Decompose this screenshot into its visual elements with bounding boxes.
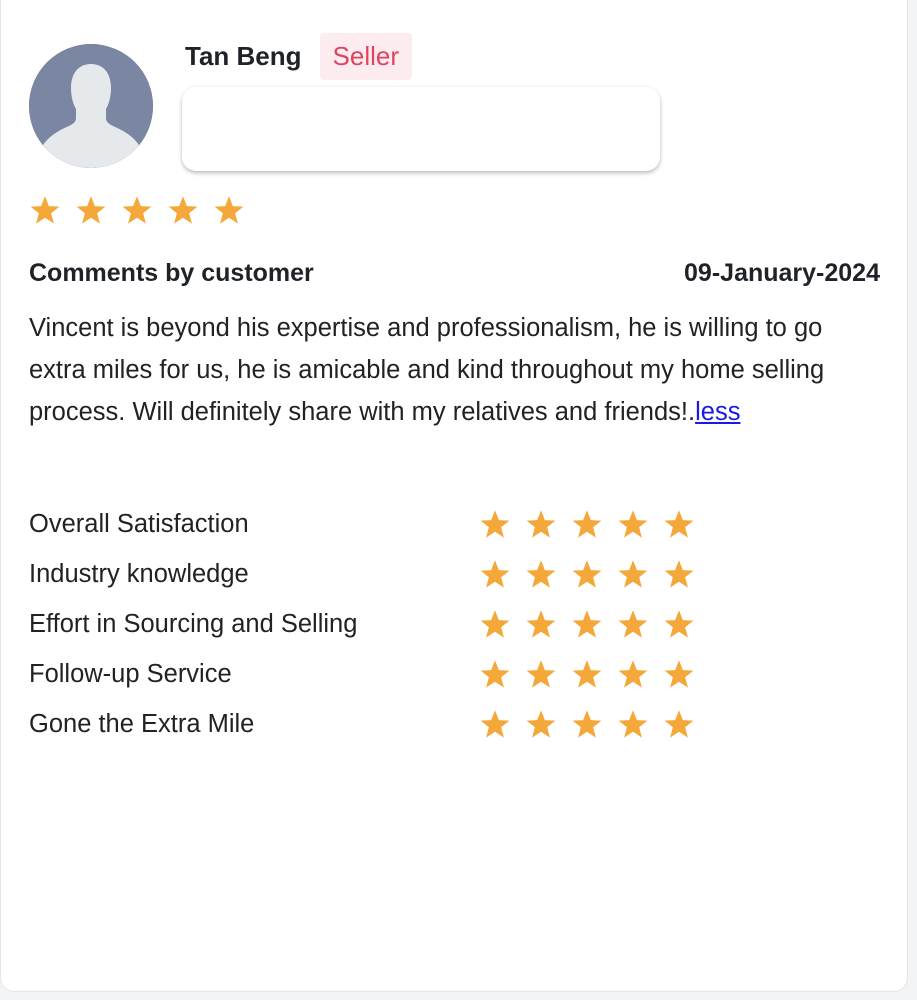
star-icon xyxy=(571,708,617,740)
star-icon xyxy=(663,508,709,540)
star-icon xyxy=(479,508,525,540)
star-icon xyxy=(571,558,617,590)
comment-body: Vincent is beyond his expertise and prof… xyxy=(29,307,879,433)
star-icon xyxy=(617,558,663,590)
star-icon xyxy=(525,558,571,590)
star-icon xyxy=(479,608,525,640)
rating-label: Gone the Extra Mile xyxy=(29,709,255,738)
rating-row: Follow-up Service xyxy=(29,649,729,699)
rating-label: Follow-up Service xyxy=(29,659,232,688)
star-icon xyxy=(213,194,259,226)
rating-stars xyxy=(479,558,709,590)
star-icon xyxy=(663,658,709,690)
rating-row: Industry knowledge xyxy=(29,549,729,599)
overall-star-rating xyxy=(29,194,259,226)
star-icon xyxy=(479,658,525,690)
star-icon xyxy=(525,708,571,740)
role-badge: Seller xyxy=(319,33,413,80)
rating-stars xyxy=(479,608,709,640)
show-less-link[interactable]: less xyxy=(695,398,740,426)
star-icon xyxy=(75,194,121,226)
star-icon xyxy=(617,658,663,690)
rating-row: Effort in Sourcing and Selling xyxy=(29,599,729,649)
star-icon xyxy=(525,608,571,640)
rating-row: Overall Satisfaction xyxy=(29,499,729,549)
rating-label: Effort in Sourcing and Selling xyxy=(29,609,358,638)
star-icon xyxy=(617,508,663,540)
star-icon xyxy=(571,608,617,640)
review-card: Tan Beng Seller Comments by customer 09-… xyxy=(0,0,908,992)
reviewer-header: Tan Beng Seller xyxy=(185,33,413,80)
ratings-list: Overall Satisfaction Industry knowledge Ef… xyxy=(29,499,729,749)
empty-response-box xyxy=(182,87,660,171)
rating-stars xyxy=(479,508,709,540)
rating-row: Gone the Extra Mile xyxy=(29,699,729,749)
star-icon xyxy=(29,194,75,226)
star-icon xyxy=(121,194,167,226)
comments-heading: Comments by customer xyxy=(29,259,314,287)
star-icon xyxy=(571,658,617,690)
star-icon xyxy=(617,608,663,640)
avatar xyxy=(29,44,153,168)
star-icon xyxy=(525,658,571,690)
rating-label: Overall Satisfaction xyxy=(29,509,249,538)
star-icon xyxy=(663,708,709,740)
rating-stars xyxy=(479,708,709,740)
reviewer-name: Tan Beng xyxy=(185,41,302,71)
user-silhouette-icon xyxy=(29,44,153,168)
rating-label: Industry knowledge xyxy=(29,559,249,588)
star-icon xyxy=(663,558,709,590)
star-icon xyxy=(525,508,571,540)
star-icon xyxy=(479,558,525,590)
star-icon xyxy=(663,608,709,640)
rating-stars xyxy=(479,658,709,690)
star-icon xyxy=(571,508,617,540)
star-icon xyxy=(479,708,525,740)
star-icon xyxy=(617,708,663,740)
star-icon xyxy=(167,194,213,226)
comment-date: 09-January-2024 xyxy=(684,259,880,287)
